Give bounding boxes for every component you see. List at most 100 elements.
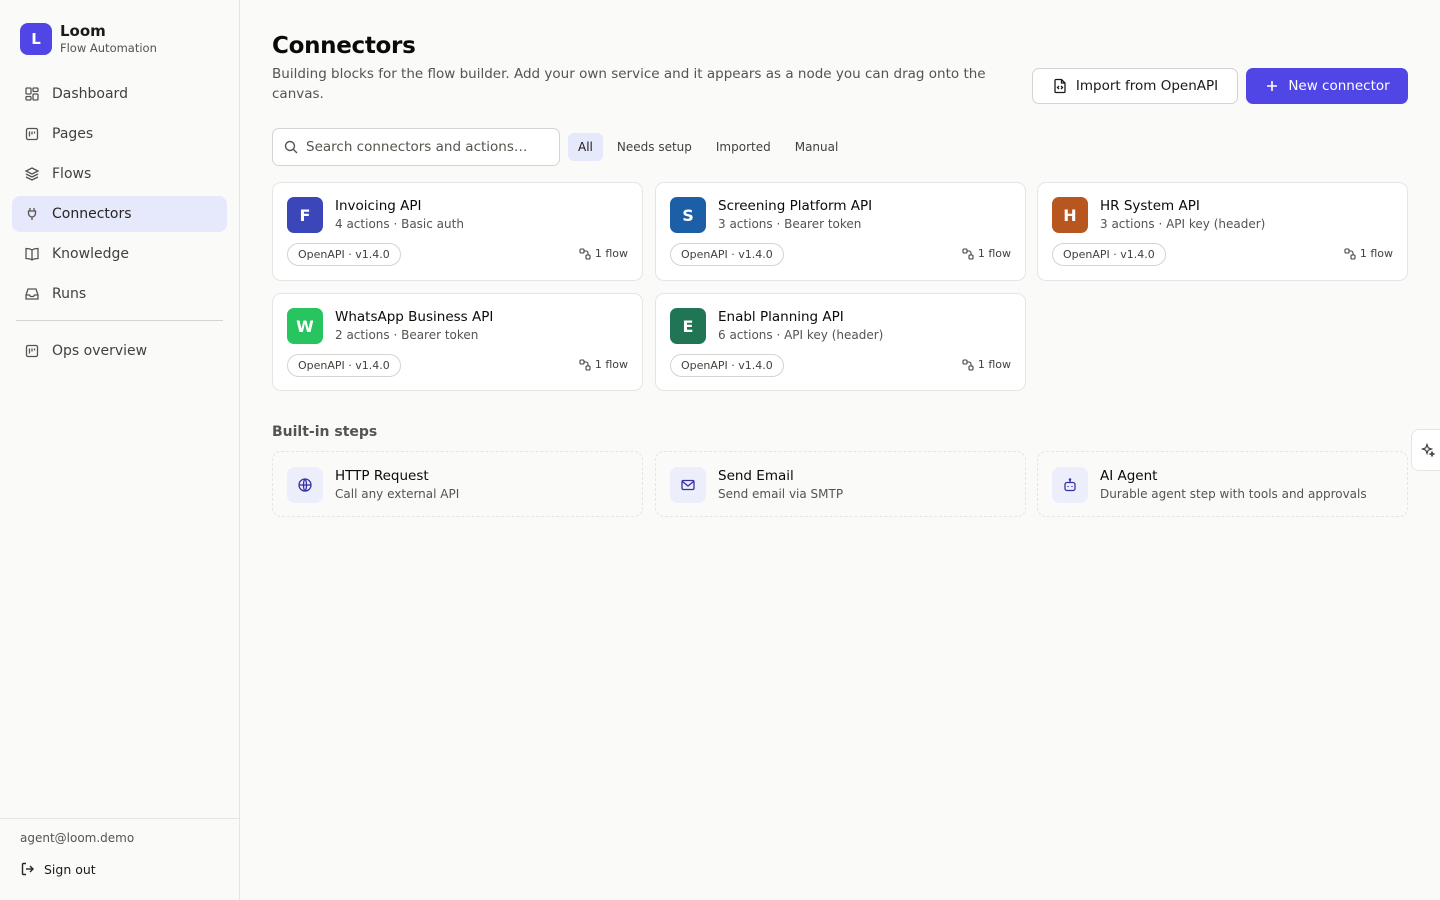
- sidebar-item-ops-overview[interactable]: Ops overview: [12, 333, 227, 369]
- connector-flows: 1 flow: [962, 358, 1011, 371]
- link-icon: [1344, 247, 1356, 260]
- connector-card-invoicing[interactable]: F Invoicing API 4 actions · Basic auth O…: [272, 182, 643, 281]
- mail-icon: [681, 479, 695, 491]
- plus-icon: [1267, 81, 1278, 91]
- nav-divider: [16, 320, 223, 321]
- step-icon-container: [287, 467, 323, 503]
- connector-logo: F: [287, 197, 323, 233]
- connector-meta: 2 actions · Bearer token: [335, 328, 479, 342]
- connector-flows-label: 1 flow: [1359, 247, 1393, 260]
- connector-logo: E: [670, 308, 706, 344]
- log-out-icon: [21, 862, 34, 876]
- brand-logo: L: [20, 23, 52, 55]
- connector-name: Enabl Planning API: [718, 309, 844, 325]
- step-name: AI Agent: [1100, 468, 1158, 484]
- sidebar-item-label: Flows: [52, 166, 92, 182]
- step-description: Call any external API: [335, 487, 460, 501]
- brand-text: Loom Flow Automation: [60, 22, 157, 56]
- search-box[interactable]: [272, 128, 560, 166]
- filter-needs-setup[interactable]: Needs setup: [607, 133, 702, 161]
- brand[interactable]: L Loom Flow Automation: [20, 22, 157, 56]
- step-description: Durable agent step with tools and approv…: [1100, 487, 1367, 501]
- connector-meta: 3 actions · API key (header): [1100, 217, 1266, 231]
- connector-name: WhatsApp Business API: [335, 309, 494, 325]
- sidebar-item-flows[interactable]: Flows: [12, 156, 227, 192]
- step-icon-container: [1052, 467, 1088, 503]
- plug-icon: [27, 208, 37, 220]
- ai-assistant-button[interactable]: [1411, 429, 1440, 471]
- sidebar-item-pages[interactable]: Pages: [12, 116, 227, 152]
- connector-logo: S: [670, 197, 706, 233]
- sidebar-item-label: Runs: [52, 286, 87, 302]
- filter-tabs: All Needs setup Imported Manual: [568, 133, 852, 161]
- sidebar-item-connectors[interactable]: Connectors: [12, 196, 227, 232]
- connector-meta: 4 actions · Basic auth: [335, 217, 464, 231]
- connector-meta: 3 actions · Bearer token: [718, 217, 862, 231]
- step-name: HTTP Request: [335, 468, 429, 484]
- sidebar-item-knowledge[interactable]: Knowledge: [12, 236, 227, 272]
- globe-icon: [298, 478, 312, 492]
- link-icon: [962, 358, 974, 371]
- connector-flows-label: 1 flow: [977, 358, 1011, 371]
- sidebar-item-label: Pages: [52, 126, 94, 142]
- link-icon: [962, 247, 974, 260]
- connector-card-enabl-planning[interactable]: E Enabl Planning API 6 actions · API key…: [655, 293, 1026, 391]
- connector-logo: W: [287, 308, 323, 344]
- connector-card-hr-system[interactable]: H HR System API 3 actions · API key (hea…: [1037, 182, 1408, 281]
- filter-imported[interactable]: Imported: [706, 133, 781, 161]
- file-code-icon: [1054, 78, 1066, 94]
- connector-name: HR System API: [1100, 198, 1200, 214]
- page-description: Building blocks for the flow builder. Ad…: [272, 66, 986, 102]
- connector-flows: 1 flow: [579, 247, 628, 260]
- connector-badge: OpenAPI · v1.4.0: [1052, 243, 1166, 266]
- connector-flows: 1 flow: [1344, 247, 1393, 260]
- connector-meta: 6 actions · API key (header): [718, 328, 884, 342]
- step-icon-container: [670, 467, 706, 503]
- new-connector-label: New connector: [1288, 78, 1390, 94]
- connector-flows: 1 flow: [579, 358, 628, 371]
- book-icon: [25, 247, 39, 261]
- connector-card-screening[interactable]: S Screening Platform API 3 actions · Bea…: [655, 182, 1026, 281]
- search-icon: [284, 140, 298, 154]
- inbox-icon: [25, 288, 39, 300]
- link-icon: [579, 358, 591, 371]
- connector-badge: OpenAPI · v1.4.0: [287, 243, 401, 266]
- builtin-step-http-request[interactable]: HTTP Request Call any external API: [272, 451, 643, 517]
- sidebar-footer: agent@loom.demo Sign out: [0, 818, 239, 900]
- sidebar-nav: Dashboard Pages Flows Connectors Knowled…: [12, 76, 227, 373]
- filter-all[interactable]: All: [568, 133, 603, 161]
- connector-card-whatsapp[interactable]: W WhatsApp Business API 2 actions · Bear…: [272, 293, 643, 391]
- import-openapi-button[interactable]: Import from OpenAPI: [1032, 68, 1238, 104]
- connector-name: Invoicing API: [335, 198, 422, 214]
- new-connector-button[interactable]: New connector: [1246, 68, 1408, 104]
- filter-manual[interactable]: Manual: [785, 133, 849, 161]
- layers-icon: [24, 167, 40, 181]
- sign-out-label: Sign out: [44, 861, 96, 877]
- connector-name: Screening Platform API: [718, 198, 873, 214]
- builtin-step-ai-agent[interactable]: AI Agent Durable agent step with tools a…: [1037, 451, 1408, 517]
- builtin-step-send-email[interactable]: Send Email Send email via SMTP: [655, 451, 1026, 517]
- step-description: Send email via SMTP: [718, 487, 844, 501]
- sidebar-item-label: Ops overview: [52, 343, 148, 359]
- sidebar-item-label: Connectors: [52, 206, 132, 222]
- connector-flows-label: 1 flow: [594, 247, 628, 260]
- bot-icon: [1064, 478, 1076, 492]
- search-input[interactable]: [306, 139, 551, 155]
- pages-icon: [25, 344, 39, 358]
- sparkles-icon: [1420, 442, 1436, 458]
- connector-flows-label: 1 flow: [594, 358, 628, 371]
- sidebar-item-dashboard[interactable]: Dashboard: [12, 76, 227, 112]
- import-openapi-label: Import from OpenAPI: [1075, 78, 1219, 94]
- builtin-steps-title: Built-in steps: [272, 424, 378, 440]
- user-email: agent@loom.demo: [20, 831, 135, 845]
- connector-flows: 1 flow: [962, 247, 1011, 260]
- page-title: Connectors: [272, 33, 416, 59]
- connector-badge: OpenAPI · v1.4.0: [670, 354, 784, 377]
- brand-name: Loom: [60, 22, 106, 40]
- pages-icon: [25, 127, 39, 141]
- sidebar-item-runs[interactable]: Runs: [12, 276, 227, 312]
- sidebar-item-label: Dashboard: [52, 86, 128, 102]
- sidebar: L Loom Flow Automation Dashboard Pages F…: [0, 0, 240, 900]
- sign-out-button[interactable]: Sign out: [20, 861, 96, 877]
- connector-badge: OpenAPI · v1.4.0: [287, 354, 401, 377]
